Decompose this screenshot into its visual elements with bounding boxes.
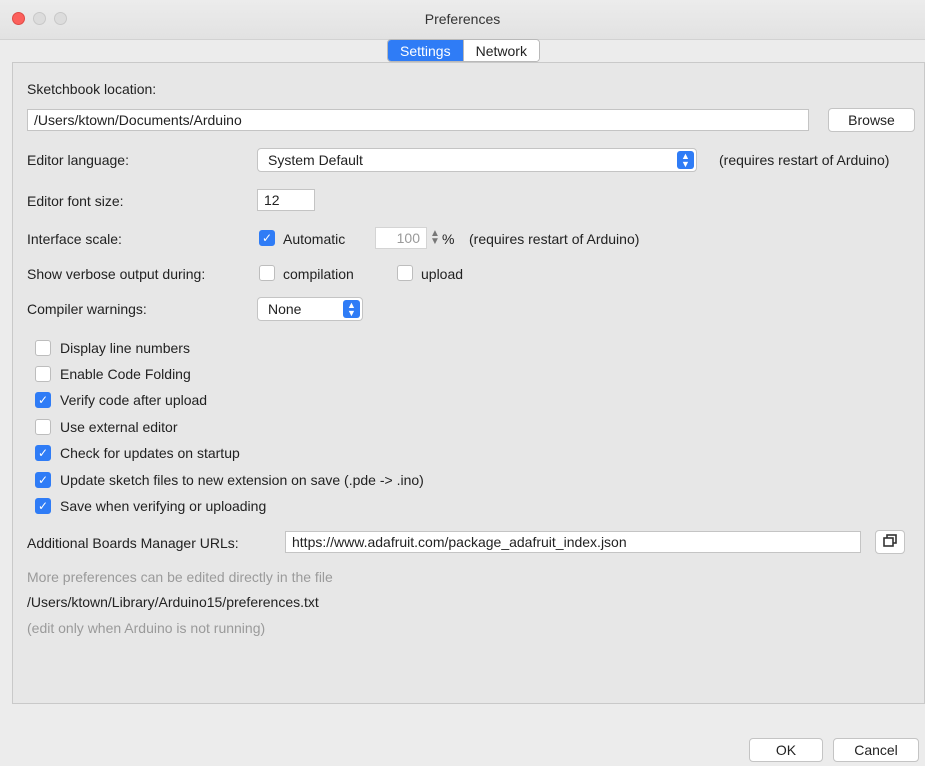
window-stack-icon bbox=[883, 534, 897, 547]
enable-code-folding-label: Enable Code Folding bbox=[60, 366, 191, 382]
browse-button[interactable]: Browse bbox=[828, 108, 915, 132]
sketchbook-location-label: Sketchbook location: bbox=[27, 81, 157, 97]
tab-network[interactable]: Network bbox=[462, 40, 539, 61]
editor-language-select[interactable]: System Default ▲ ▼ bbox=[257, 148, 697, 172]
interface-scale-note: (requires restart of Arduino) bbox=[469, 231, 640, 247]
select-chevron-icon: ▲ ▼ bbox=[343, 300, 360, 318]
tab-bar: Settings Network bbox=[387, 39, 540, 62]
cancel-button[interactable]: Cancel bbox=[833, 738, 919, 762]
use-external-editor-checkbox[interactable] bbox=[35, 419, 51, 435]
settings-panel: Sketchbook location: /Users/ktown/Docume… bbox=[12, 62, 925, 704]
save-when-verifying-label: Save when verifying or uploading bbox=[60, 498, 267, 514]
enable-code-folding-checkbox[interactable] bbox=[35, 366, 51, 382]
verbose-output-label: Show verbose output during: bbox=[27, 266, 206, 282]
use-external-editor-label: Use external editor bbox=[60, 419, 178, 435]
preferences-file-path: /Users/ktown/Library/Arduino15/preferenc… bbox=[27, 594, 319, 610]
preferences-window: Preferences Settings Network Sketchbook … bbox=[0, 0, 925, 766]
automatic-scale-checkbox[interactable]: ✓ bbox=[259, 230, 275, 246]
display-line-numbers-checkbox[interactable] bbox=[35, 340, 51, 356]
scale-percent-input[interactable]: 100 bbox=[375, 227, 427, 249]
verify-after-upload-checkbox[interactable]: ✓ bbox=[35, 392, 51, 408]
editor-language-value: System Default bbox=[268, 152, 363, 168]
boards-urls-label: Additional Boards Manager URLs: bbox=[27, 535, 239, 551]
check-updates-checkbox[interactable]: ✓ bbox=[35, 445, 51, 461]
compiler-warnings-value: None bbox=[268, 301, 302, 317]
scale-stepper-icon[interactable]: ▲ ▼ bbox=[430, 229, 440, 247]
update-sketch-extension-checkbox[interactable]: ✓ bbox=[35, 472, 51, 488]
sketchbook-path-field[interactable]: /Users/ktown/Documents/Arduino bbox=[27, 109, 809, 131]
automatic-scale-label: Automatic bbox=[283, 231, 346, 247]
interface-scale-label: Interface scale: bbox=[27, 231, 122, 247]
display-line-numbers-label: Display line numbers bbox=[60, 340, 190, 356]
verbose-compilation-checkbox[interactable] bbox=[259, 265, 275, 281]
editor-font-size-label: Editor font size: bbox=[27, 193, 124, 209]
verify-after-upload-label: Verify code after upload bbox=[60, 392, 208, 408]
verbose-upload-label: upload bbox=[421, 266, 464, 282]
ok-button[interactable]: OK bbox=[749, 738, 823, 762]
tab-settings[interactable]: Settings bbox=[388, 40, 463, 61]
compiler-warnings-label: Compiler warnings: bbox=[27, 301, 147, 317]
more-preferences-text: More preferences can be edited directly … bbox=[27, 569, 333, 585]
boards-urls-input[interactable]: https://www.adafruit.com/package_adafrui… bbox=[285, 531, 861, 553]
edit-warning-text: (edit only when Arduino is not running) bbox=[27, 620, 266, 636]
compiler-warnings-select[interactable]: None ▲ ▼ bbox=[257, 297, 363, 321]
verbose-compilation-label: compilation bbox=[283, 266, 354, 282]
select-chevron-icon: ▲ ▼ bbox=[677, 151, 694, 169]
save-when-verifying-checkbox[interactable]: ✓ bbox=[35, 498, 51, 514]
percent-sign: % bbox=[442, 231, 455, 247]
update-sketch-extension-label: Update sketch files to new extension on … bbox=[60, 472, 424, 488]
editor-language-note: (requires restart of Arduino) bbox=[719, 152, 890, 168]
title-bar: Preferences bbox=[0, 0, 925, 40]
check-updates-label: Check for updates on startup bbox=[60, 445, 240, 461]
window-title: Preferences bbox=[424, 11, 501, 27]
edit-urls-button[interactable] bbox=[875, 530, 905, 554]
verbose-upload-checkbox[interactable] bbox=[397, 265, 413, 281]
editor-language-label: Editor language: bbox=[27, 152, 129, 168]
font-size-input[interactable]: 12 bbox=[257, 189, 315, 211]
